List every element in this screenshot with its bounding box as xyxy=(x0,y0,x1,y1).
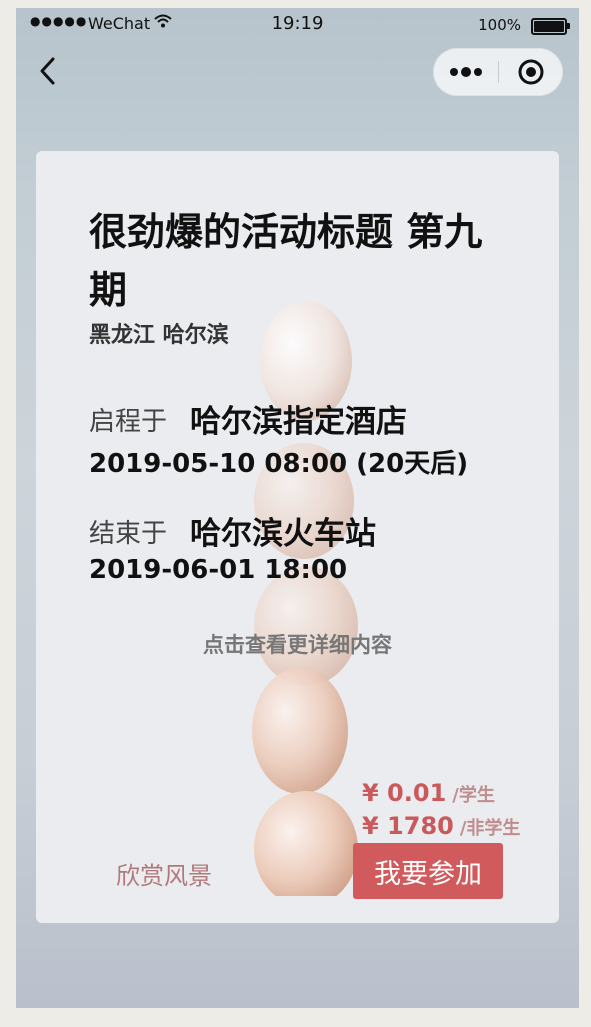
phone-screen: ●●●●● WeChat 19:19 100% 很劲爆的活动标题 第九期 黑龙江… xyxy=(16,8,579,1008)
mini-program-capsule xyxy=(433,48,563,96)
price-unit: /学生 xyxy=(452,785,495,806)
event-location: 黑龙江 哈尔滨 xyxy=(89,323,229,348)
enjoy-scenery-button[interactable]: 欣赏风景 xyxy=(116,856,212,891)
event-title: 很劲爆的活动标题 第九期 xyxy=(89,210,483,312)
battery-percent: 100% xyxy=(478,16,521,34)
chevron-left-icon xyxy=(40,57,55,85)
more-button[interactable] xyxy=(434,49,498,95)
event-card: 很劲爆的活动标题 第九期 黑龙江 哈尔滨 启程于 哈尔滨指定酒店 2019-05… xyxy=(36,151,559,923)
view-details-link[interactable]: 点击查看更详细内容 xyxy=(36,629,559,659)
end-label: 结束于 xyxy=(89,519,168,549)
price-unit: /非学生 xyxy=(459,818,521,839)
egg-stack-image xyxy=(252,301,358,896)
start-time: 2019-05-10 08:00 (20天后) xyxy=(89,449,469,479)
battery-icon xyxy=(531,18,570,35)
non-student-price: ¥ 1780/非学生 xyxy=(362,812,520,840)
end-time: 2019-06-01 18:00 xyxy=(89,555,348,585)
status-bar: ●●●●● WeChat 19:19 100% xyxy=(16,8,579,42)
end-place: 哈尔滨火车站 xyxy=(190,516,376,552)
more-dots-icon xyxy=(450,67,482,77)
start-label: 启程于 xyxy=(89,407,168,437)
price-value: ¥ 1780 xyxy=(362,812,454,840)
start-place: 哈尔滨指定酒店 xyxy=(190,404,407,440)
target-circle-icon xyxy=(518,59,543,85)
price-value: ¥ 0.01 xyxy=(362,779,447,807)
back-button[interactable] xyxy=(34,54,64,88)
student-price: ¥ 0.01/学生 xyxy=(362,779,495,807)
close-button[interactable] xyxy=(499,49,562,95)
join-button[interactable]: 我要参加 xyxy=(353,843,503,899)
